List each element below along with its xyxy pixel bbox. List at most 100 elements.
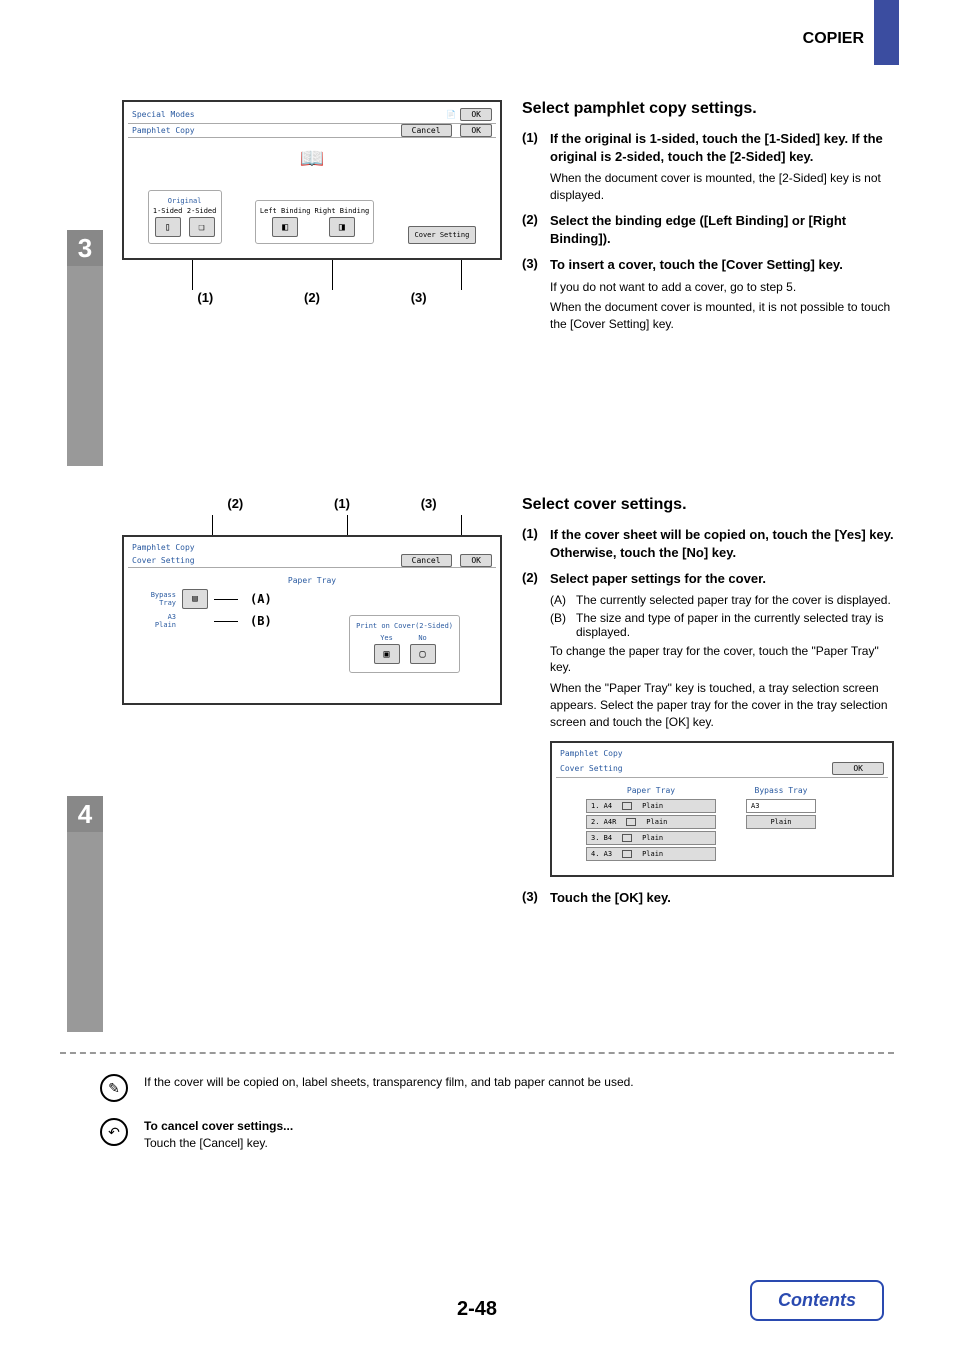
- paper-icon: [626, 818, 636, 826]
- tray-2[interactable]: 2. A4RPlain: [586, 815, 716, 829]
- tray-2-size: 2. A4R: [591, 818, 616, 826]
- top-pointer-1: [347, 515, 348, 535]
- s4-ok-button[interactable]: OK: [460, 554, 492, 567]
- tray-4-size: 4. A3: [591, 850, 612, 858]
- tray-1-size: 1. A4: [591, 802, 612, 810]
- tray-3-size: 3. B4: [591, 834, 612, 842]
- s4-i2-bold: Select paper settings for the cover.: [550, 570, 894, 588]
- top-pointer-3: [461, 515, 462, 535]
- s4-a-text: The currently selected paper tray for th…: [576, 593, 891, 607]
- i1-num: (1): [522, 130, 550, 204]
- i2-num: (2): [522, 212, 550, 248]
- callout-top-3: (3): [421, 496, 437, 511]
- ts-ok-button[interactable]: OK: [832, 762, 884, 775]
- tray-4[interactable]: 4. A3 Plain: [586, 847, 716, 861]
- i3-sub2: When the document cover is mounted, it i…: [550, 299, 894, 333]
- s4-b-text: The size and type of paper in the curren…: [576, 611, 894, 639]
- s4-i2-num: (2): [522, 570, 550, 730]
- i3-num: (3): [522, 256, 550, 333]
- left-binding-button[interactable]: ◧: [272, 217, 298, 237]
- callout-2: (2): [304, 290, 320, 305]
- step3-screen: Special Modes 📄 OK Pamphlet Copy Cancel …: [122, 100, 502, 260]
- pointer-1: [192, 260, 193, 290]
- plain-label: Plain: [155, 621, 176, 629]
- left-binding-label: Left Binding: [260, 207, 311, 215]
- pointer-2: [332, 260, 333, 290]
- 2sided-button[interactable]: ❏: [189, 217, 215, 237]
- note-2: ↶ To cancel cover settings... Touch the …: [100, 1118, 894, 1152]
- s4-cancel-button[interactable]: Cancel: [401, 554, 452, 567]
- header-tab: [874, 0, 899, 65]
- callout-1: (1): [197, 290, 213, 305]
- s4-i2-sub2: When the "Paper Tray" key is touched, a …: [550, 680, 894, 730]
- separator: [60, 1052, 894, 1054]
- step3-row: 3 Special Modes 📄 OK Pamphlet Copy Cance…: [60, 100, 894, 466]
- s4-i2-sub1: To change the paper tray for the cover, …: [550, 643, 894, 677]
- bypass-tray-button[interactable]: ▤: [182, 589, 208, 609]
- book-icon: 📖: [300, 146, 325, 170]
- tray-1-type: Plain: [642, 802, 663, 810]
- note-2-title: To cancel cover settings...: [144, 1118, 293, 1135]
- s4-i3-bold: Touch the [OK] key.: [550, 889, 894, 907]
- step4-heading: Select cover settings.: [522, 496, 894, 514]
- no-button[interactable]: ▢: [410, 644, 436, 664]
- tray-3[interactable]: 3. B4 Plain: [586, 831, 716, 845]
- right-binding-label: Right Binding: [314, 207, 369, 215]
- bypass-item[interactable]: A3: [746, 799, 816, 813]
- callout-3: (3): [411, 290, 427, 305]
- screen-title: Special Modes: [132, 110, 195, 119]
- yes-label: Yes: [372, 634, 402, 642]
- i2-bold: Select the binding edge ([Left Binding] …: [550, 212, 894, 248]
- bypass-type-item[interactable]: Plain: [746, 815, 816, 829]
- i3-bold: To insert a cover, touch the [Cover Sett…: [550, 256, 894, 274]
- cancel-button[interactable]: Cancel: [401, 124, 452, 137]
- ok-button-2[interactable]: OK: [460, 124, 492, 137]
- step3-heading: Select pamphlet copy settings.: [522, 100, 894, 118]
- s4-i1-bold: If the cover sheet will be copied on, to…: [550, 526, 894, 562]
- ts-subtitle: Cover Setting: [560, 764, 623, 773]
- pencil-icon: ✎: [100, 1074, 128, 1102]
- bypass-label: Bypass Tray: [136, 591, 176, 607]
- s4-b-label: (B): [550, 611, 576, 639]
- i3-sub1: If you do not want to add a cover, go to…: [550, 279, 894, 296]
- note-2-body: Touch the [Cancel] key.: [144, 1135, 293, 1152]
- s4-i3-num: (3): [522, 889, 550, 907]
- page-number: 2-48: [457, 1298, 497, 1321]
- screen-subtitle: Pamphlet Copy: [132, 126, 195, 135]
- ts-bypass-hdr: Bypass Tray: [746, 786, 816, 795]
- 2sided-label: 2-Sided: [187, 207, 217, 215]
- tray-3-type: Plain: [642, 834, 663, 842]
- step3-number: 3: [67, 230, 103, 266]
- top-pointer-2: [212, 515, 213, 535]
- contents-button[interactable]: Contents: [750, 1280, 884, 1321]
- 1sided-button[interactable]: ▯: [155, 217, 181, 237]
- back-arrow-icon: ↶: [100, 1118, 128, 1146]
- step4-row: 4 (2) (1) (3) Pamphlet Copy Cover Settin…: [60, 496, 894, 1032]
- page-icon: 📄: [446, 110, 456, 119]
- ts-paper-tray-hdr: Paper Tray: [586, 786, 716, 795]
- cover-setting-button[interactable]: Cover Setting: [408, 226, 477, 244]
- tray-4-type: Plain: [642, 850, 663, 858]
- a3-label: A3: [168, 613, 176, 621]
- note-1-text: If the cover will be copied on, label sh…: [144, 1074, 634, 1091]
- print-on-cover-label: Print on Cover(2-Sided): [356, 622, 453, 630]
- yes-button[interactable]: ▣: [374, 644, 400, 664]
- i1-sub: When the document cover is mounted, the …: [550, 170, 894, 204]
- s4-subtitle: Cover Setting: [132, 556, 195, 565]
- callout-top-1: (1): [334, 496, 350, 511]
- print-on-cover-group: Print on Cover(2-Sided) Yes ▣ No ▢: [349, 615, 460, 673]
- ts-title: Pamphlet Copy: [560, 749, 623, 758]
- line-b: [214, 621, 238, 622]
- pointer-3: [461, 260, 462, 290]
- no-label: No: [408, 634, 438, 642]
- ok-button[interactable]: OK: [460, 108, 492, 121]
- bypass-type: Plain: [770, 818, 791, 826]
- tray-1[interactable]: 1. A4 Plain: [586, 799, 716, 813]
- paper-tray-label: Paper Tray: [136, 576, 488, 585]
- i1-bold: If the original is 1-sided, touch the [1…: [550, 130, 894, 166]
- right-binding-button[interactable]: ◨: [329, 217, 355, 237]
- tray-selection-screen: Pamphlet Copy Cover Setting OK Paper Tra…: [550, 741, 894, 877]
- label-a: (A): [250, 592, 272, 606]
- note-1: ✎ If the cover will be copied on, label …: [100, 1074, 894, 1102]
- paper-icon: [622, 850, 632, 858]
